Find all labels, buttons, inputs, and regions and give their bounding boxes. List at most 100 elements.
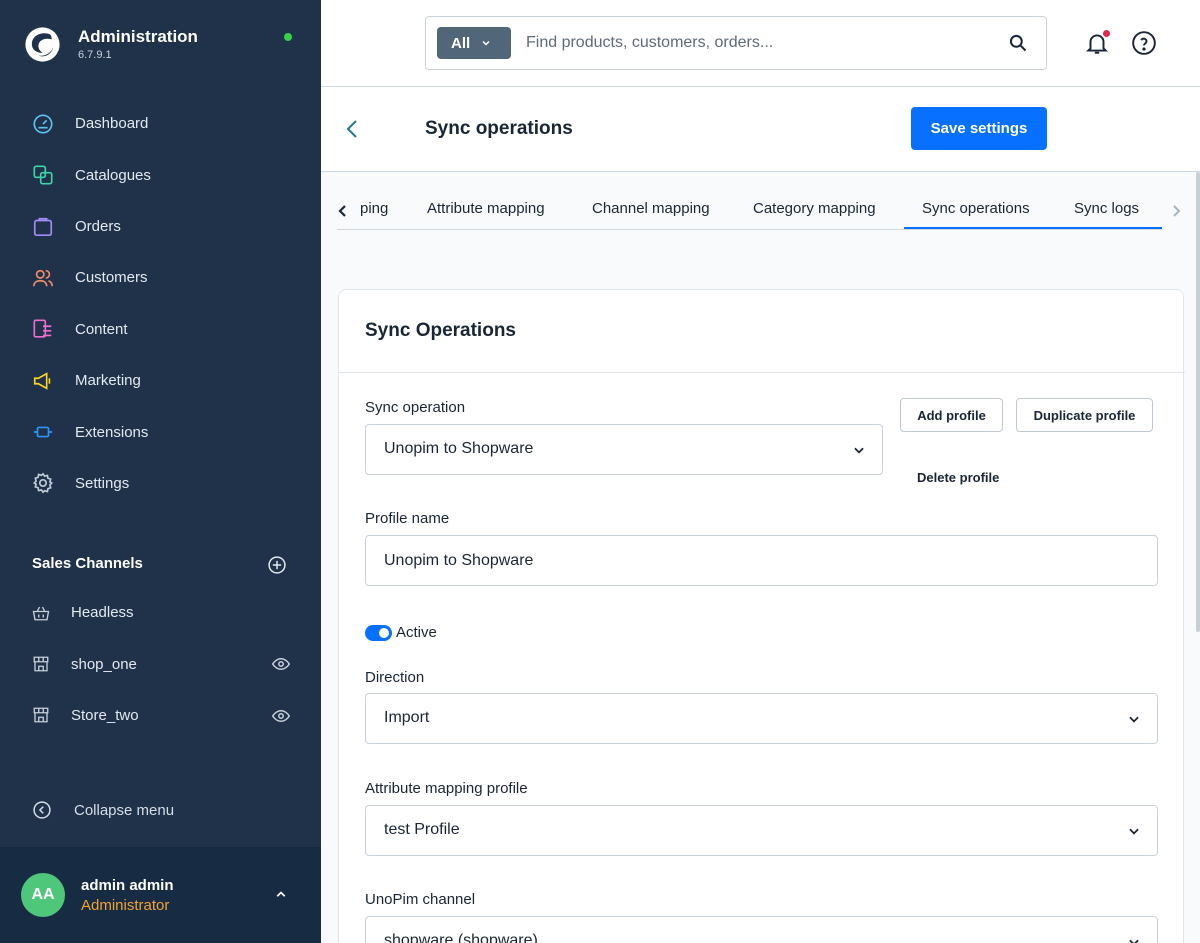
sales-channels-header: Sales Channels (32, 555, 292, 575)
top-bar: All (321, 0, 1200, 87)
eye-icon[interactable] (272, 655, 290, 673)
user-role: Administrator (81, 897, 170, 914)
shopping-bag-icon (31, 214, 55, 238)
active-tab-indicator (904, 227, 1162, 229)
chevron-down-icon (482, 40, 490, 46)
main-content: ping Attribute mapping Channel mapping C… (321, 172, 1200, 943)
storefront-icon (31, 705, 51, 725)
gear-icon (31, 471, 55, 495)
nav-item-settings[interactable]: Settings (0, 458, 321, 509)
search-type-label: All (451, 34, 471, 52)
content-icon (31, 317, 55, 341)
app-title: Administration (78, 27, 198, 46)
global-search: All (425, 16, 1047, 70)
scrollbar[interactable] (1196, 172, 1200, 632)
sales-channel-shop-one[interactable]: shop_one (0, 638, 321, 689)
chevron-up-icon[interactable] (272, 885, 290, 903)
search-input[interactable] (526, 29, 986, 57)
collapse-menu-button[interactable]: Collapse menu (32, 800, 174, 820)
megaphone-icon (31, 369, 55, 393)
eye-icon[interactable] (272, 707, 290, 725)
sync-operation-select[interactable]: Unopim to Shopware (365, 424, 883, 475)
nav-item-label: Dashboard (75, 115, 149, 133)
collapse-chevron-icon (33, 801, 51, 819)
collapse-menu-label: Collapse menu (74, 801, 175, 819)
tab-scroll-left-icon[interactable] (337, 204, 349, 218)
nav-item-dashboard[interactable]: Dashboard (0, 98, 321, 149)
profile-name-input[interactable] (365, 535, 1158, 586)
unopim-channel-select[interactable]: shopware (shopware) (365, 916, 1158, 943)
add-sales-channel-icon[interactable] (267, 555, 287, 575)
online-status-dot (284, 33, 292, 41)
nav-item-customers[interactable]: Customers (0, 252, 321, 303)
tab-attribute-mapping[interactable]: Attribute mapping (427, 200, 545, 217)
help-icon[interactable] (1131, 30, 1157, 56)
nav-item-label: Extensions (75, 423, 149, 441)
save-settings-button[interactable]: Save settings (911, 107, 1047, 150)
delete-profile-button[interactable]: Delete profile (917, 470, 999, 485)
unopim-channel-label: UnoPim channel (365, 891, 476, 908)
profile-name-label: Profile name (365, 510, 450, 527)
direction-label: Direction (365, 669, 425, 686)
card-title: Sync Operations (365, 320, 516, 341)
chevron-down-icon (854, 447, 864, 454)
sales-channels-title: Sales Channels (32, 555, 143, 572)
users-icon (31, 266, 55, 290)
sales-channel-store-two[interactable]: Store_two (0, 690, 321, 741)
brand: Administration 6.7.9.1 (24, 26, 304, 66)
active-toggle[interactable] (365, 625, 392, 641)
active-toggle-label: Active (396, 624, 437, 641)
sync-operation-label: Sync operation (365, 399, 466, 416)
tab-scroll-right-icon[interactable] (1170, 204, 1182, 218)
sync-operations-card: Sync Operations Sync operation Unopim to… (338, 289, 1185, 943)
nav-item-orders[interactable]: Orders (0, 201, 321, 252)
user-panel[interactable]: AA admin admin Administrator (0, 847, 321, 943)
tabs: ping Attribute mapping Channel mapping C… (337, 190, 1163, 230)
chevron-down-icon (1129, 716, 1139, 723)
app-version: 6.7.9.1 (78, 49, 112, 61)
sidebar: Administration 6.7.9.1 Dashboard Catalog… (0, 0, 321, 943)
main-navigation: Dashboard Catalogues Orders Customers Co… (0, 98, 321, 509)
notification-dot (1103, 30, 1110, 37)
user-name: admin admin (81, 877, 174, 894)
direction-value: Import (384, 709, 430, 726)
shopware-logo-icon[interactable] (24, 26, 61, 63)
card-header: Sync Operations (339, 290, 1185, 373)
catalogue-icon (31, 163, 55, 187)
search-type-dropdown[interactable]: All (437, 27, 511, 59)
nav-item-label: Customers (75, 269, 148, 287)
back-chevron-icon[interactable] (343, 117, 361, 141)
nav-item-label: Marketing (75, 372, 141, 390)
attribute-mapping-profile-label: Attribute mapping profile (365, 780, 528, 797)
sales-channel-label: shop_one (71, 655, 137, 673)
tab-channel-mapping[interactable]: Channel mapping (592, 200, 710, 217)
avatar: AA (21, 873, 65, 917)
chevron-down-icon (1129, 939, 1139, 943)
sales-channel-label: Store_two (71, 706, 139, 724)
unopim-channel-value: shopware (shopware) (384, 932, 538, 943)
search-icon[interactable] (1008, 33, 1028, 53)
nav-item-marketing[interactable]: Marketing (0, 355, 321, 406)
direction-select[interactable]: Import (365, 693, 1158, 744)
nav-item-label: Catalogues (75, 166, 151, 184)
plug-icon (31, 420, 55, 444)
nav-item-extensions[interactable]: Extensions (0, 406, 321, 457)
nav-item-content[interactable]: Content (0, 304, 321, 355)
sales-channel-headless[interactable]: Headless (0, 587, 321, 638)
tab-category-mapping[interactable]: Category mapping (753, 200, 876, 217)
nav-item-label: Content (75, 320, 128, 338)
duplicate-profile-button[interactable]: Duplicate profile (1016, 398, 1153, 432)
tab-sync-logs[interactable]: Sync logs (1074, 200, 1139, 217)
storefront-icon (31, 654, 51, 674)
toggle-knob (379, 628, 389, 638)
tab-mapping-partial[interactable]: ping (360, 200, 388, 217)
attribute-mapping-profile-value: test Profile (384, 821, 460, 838)
sales-channels-list: Headless shop_one Store_two (0, 587, 321, 741)
chevron-down-icon (1129, 828, 1139, 835)
nav-item-label: Orders (75, 217, 121, 235)
attribute-mapping-profile-select[interactable]: test Profile (365, 805, 1158, 856)
page-title: Sync operations (425, 118, 573, 139)
nav-item-catalogues[interactable]: Catalogues (0, 149, 321, 200)
tab-sync-operations[interactable]: Sync operations (922, 200, 1030, 217)
add-profile-button[interactable]: Add profile (900, 398, 1003, 432)
